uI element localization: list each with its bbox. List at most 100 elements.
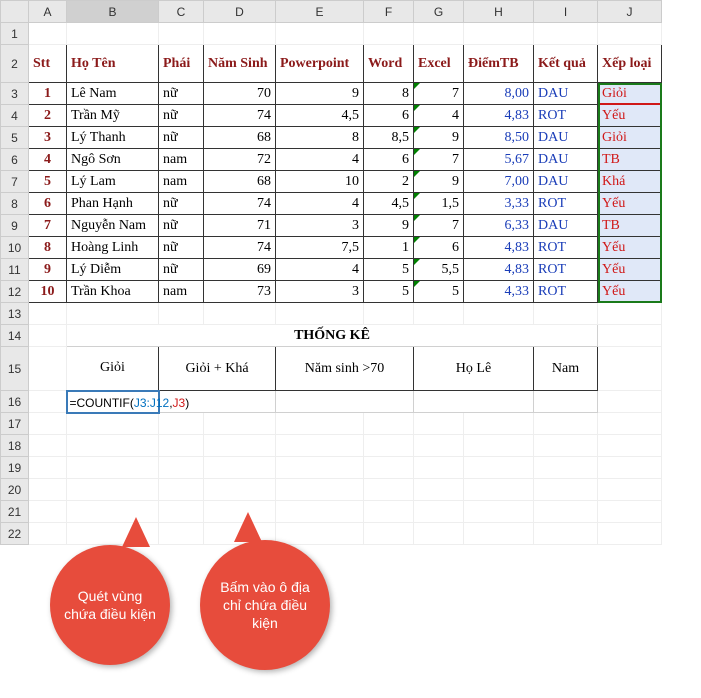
cell-hoten[interactable]: Lý Thanh <box>67 127 159 149</box>
corner-cell[interactable] <box>1 1 29 23</box>
spreadsheet-grid[interactable]: A B C D E F G H I J 1 2 Stt Họ Tên Phái … <box>0 0 662 545</box>
cell-pp[interactable]: 3 <box>276 281 364 303</box>
col-C[interactable]: C <box>159 1 204 23</box>
cell-word[interactable]: 8 <box>364 83 414 105</box>
cell-ketqua[interactable]: ROT <box>534 259 598 281</box>
rowhdr-12[interactable]: 12 <box>1 281 29 303</box>
cell-word[interactable]: 8,5 <box>364 127 414 149</box>
cell-excel[interactable]: 5,5 <box>414 259 464 281</box>
cell-ketqua[interactable]: DAU <box>534 149 598 171</box>
cell-xeploai[interactable]: TB <box>598 215 662 237</box>
col-G[interactable]: G <box>414 1 464 23</box>
cell-xeploai[interactable]: Yếu <box>598 193 662 215</box>
col-J[interactable]: J <box>598 1 662 23</box>
cell-excel[interactable]: 9 <box>414 127 464 149</box>
cell-ketqua[interactable]: ROT <box>534 105 598 127</box>
cell-stt[interactable]: 10 <box>29 281 67 303</box>
cell-stt[interactable]: 1 <box>29 83 67 105</box>
rowhdr-22[interactable]: 22 <box>1 523 29 545</box>
col-F[interactable]: F <box>364 1 414 23</box>
rowhdr-6[interactable]: 6 <box>1 149 29 171</box>
cell-hoten[interactable]: Lê Nam <box>67 83 159 105</box>
cell-xeploai[interactable]: Yếu <box>598 105 662 127</box>
cell-namsinh[interactable]: 74 <box>204 105 276 127</box>
rowhdr-8[interactable]: 8 <box>1 193 29 215</box>
cell-excel[interactable]: 4 <box>414 105 464 127</box>
hdr-hoten[interactable]: Họ Tên <box>67 45 159 83</box>
cell-pp[interactable]: 4,5 <box>276 105 364 127</box>
cell-stt[interactable]: 6 <box>29 193 67 215</box>
cell-diemtb[interactable]: 4,83 <box>464 105 534 127</box>
cell-phai[interactable]: nữ <box>159 105 204 127</box>
col-I[interactable]: I <box>534 1 598 23</box>
cell-namsinh[interactable]: 74 <box>204 237 276 259</box>
cell-diemtb[interactable]: 8,00 <box>464 83 534 105</box>
cell-namsinh[interactable]: 68 <box>204 171 276 193</box>
cell-hoten[interactable]: Trần Khoa <box>67 281 159 303</box>
cell-namsinh[interactable]: 74 <box>204 193 276 215</box>
hdr-ketqua[interactable]: Kết quả <box>534 45 598 83</box>
col-A[interactable]: A <box>29 1 67 23</box>
rowhdr-17[interactable]: 17 <box>1 413 29 435</box>
col-E[interactable]: E <box>276 1 364 23</box>
cell-ketqua[interactable]: ROT <box>534 237 598 259</box>
rowhdr-4[interactable]: 4 <box>1 105 29 127</box>
cell-hoten[interactable]: Trần Mỹ <box>67 105 159 127</box>
cell-pp[interactable]: 10 <box>276 171 364 193</box>
hdr-namsinh[interactable]: Năm Sinh <box>204 45 276 83</box>
rowhdr-16[interactable]: 16 <box>1 391 29 413</box>
col-H[interactable]: H <box>464 1 534 23</box>
cell-excel[interactable]: 1,5 <box>414 193 464 215</box>
cell-diemtb[interactable]: 5,67 <box>464 149 534 171</box>
tk-namsinh70[interactable]: Năm sinh >70 <box>276 347 414 391</box>
cell-phai[interactable]: nữ <box>159 215 204 237</box>
cell-xeploai[interactable]: Khá <box>598 171 662 193</box>
rowhdr-7[interactable]: 7 <box>1 171 29 193</box>
cell-pp[interactable]: 9 <box>276 83 364 105</box>
rowhdr-13[interactable]: 13 <box>1 303 29 325</box>
cell-stt[interactable]: 3 <box>29 127 67 149</box>
cell-namsinh[interactable]: 71 <box>204 215 276 237</box>
cell-word[interactable]: 5 <box>364 259 414 281</box>
rowhdr-19[interactable]: 19 <box>1 457 29 479</box>
cell-phai[interactable]: nam <box>159 171 204 193</box>
cell-hoten[interactable]: Phan Hạnh <box>67 193 159 215</box>
cell-word[interactable]: 1 <box>364 237 414 259</box>
rowhdr-5[interactable]: 5 <box>1 127 29 149</box>
cell-word[interactable]: 2 <box>364 171 414 193</box>
tk-gioikha[interactable]: Giỏi + Khá <box>159 347 276 391</box>
cell-pp[interactable]: 3 <box>276 215 364 237</box>
hdr-phai[interactable]: Phái <box>159 45 204 83</box>
cell-phai[interactable]: nam <box>159 149 204 171</box>
rowhdr-21[interactable]: 21 <box>1 501 29 523</box>
cell-word[interactable]: 6 <box>364 105 414 127</box>
cell-pp[interactable]: 4 <box>276 149 364 171</box>
cell-excel[interactable]: 7 <box>414 83 464 105</box>
cell-xeploai[interactable]: Giỏi <box>598 83 662 105</box>
cell-xeploai[interactable]: Giỏi <box>598 127 662 149</box>
cell-excel[interactable]: 7 <box>414 215 464 237</box>
cell-word[interactable]: 6 <box>364 149 414 171</box>
cell-ketqua[interactable]: DAU <box>534 171 598 193</box>
formula-cell-B16[interactable]: =COUNTIF(J3:J12,J3) <box>67 391 159 413</box>
cell-phai[interactable]: nữ <box>159 127 204 149</box>
rowhdr-15[interactable]: 15 <box>1 347 29 391</box>
cell-diemtb[interactable]: 8,50 <box>464 127 534 149</box>
hdr-word[interactable]: Word <box>364 45 414 83</box>
cell-stt[interactable]: 7 <box>29 215 67 237</box>
col-B[interactable]: B <box>67 1 159 23</box>
cell-stt[interactable]: 2 <box>29 105 67 127</box>
cell-namsinh[interactable]: 68 <box>204 127 276 149</box>
cell-namsinh[interactable]: 72 <box>204 149 276 171</box>
cell-diemtb[interactable]: 4,83 <box>464 237 534 259</box>
cell-phai[interactable]: nữ <box>159 193 204 215</box>
cell-word[interactable]: 4,5 <box>364 193 414 215</box>
hdr-xeploai[interactable]: Xếp loại <box>598 45 662 83</box>
cell-namsinh[interactable]: 73 <box>204 281 276 303</box>
rowhdr-10[interactable]: 10 <box>1 237 29 259</box>
cell-phai[interactable]: nữ <box>159 259 204 281</box>
cell-excel[interactable]: 7 <box>414 149 464 171</box>
cell-excel[interactable]: 5 <box>414 281 464 303</box>
hdr-excel[interactable]: Excel <box>414 45 464 83</box>
rowhdr-3[interactable]: 3 <box>1 83 29 105</box>
